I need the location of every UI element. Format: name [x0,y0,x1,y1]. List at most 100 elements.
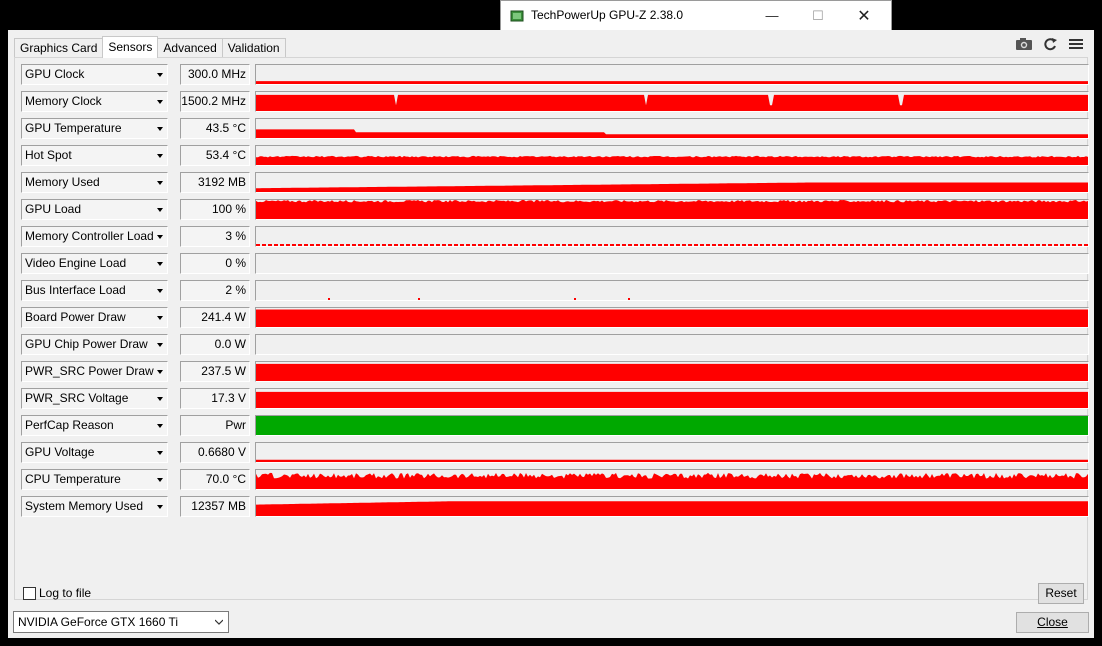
minimize-button[interactable]: — [749,1,795,30]
sensor-name-dropdown[interactable]: PWR_SRC Voltage [21,388,168,409]
sensor-name-dropdown[interactable]: CPU Temperature [21,469,168,490]
sensor-value: 300.0 MHz [180,64,250,85]
graph-mark [850,244,854,246]
sensor-value: 17.3 V [180,388,250,409]
graph-mark [592,244,596,246]
graph-mark [574,244,578,246]
graph-mark [934,244,938,246]
graph-area [256,501,1088,516]
sensor-value: 53.4 °C [180,145,250,166]
graph-area [256,94,1088,111]
sensor-value: 237.5 W [180,361,250,382]
sensor-name-dropdown[interactable]: GPU Temperature [21,118,168,139]
graph-mark [484,244,488,246]
graph-mark [940,244,944,246]
graph-mark [706,244,710,246]
graph-mark [994,244,998,246]
graph-mark [502,244,506,246]
graph-mark [778,244,782,246]
graph-area [256,155,1088,165]
sensor-name-dropdown[interactable]: GPU Voltage [21,442,168,463]
tab-bar: Graphics Card Sensors Advanced Validatio… [14,36,286,58]
graph-mark [958,244,962,246]
sensor-name-label: Memory Used [25,175,100,189]
graph-mark [772,244,776,246]
tab-validation[interactable]: Validation [221,38,286,58]
tab-advanced[interactable]: Advanced [157,38,223,58]
tab-graphics-card[interactable]: Graphics Card [14,38,104,58]
graph-mark [1030,244,1034,246]
graph-mark [766,244,770,246]
graph-mark [694,244,698,246]
log-to-file-checkbox[interactable] [23,586,36,600]
graph-mark [346,244,350,246]
sensor-name-dropdown[interactable]: GPU Load [21,199,168,220]
reset-button[interactable]: Reset [1038,583,1084,604]
log-to-file-row[interactable]: Log to file [23,586,91,600]
graph-mark [304,244,308,246]
graph-mark [670,244,674,246]
graph-mark [874,244,878,246]
sensor-name-dropdown[interactable]: GPU Chip Power Draw [21,334,168,355]
sensor-name-dropdown[interactable]: Memory Used [21,172,168,193]
sensor-graph-plot [256,501,1088,516]
sensor-name-dropdown[interactable]: PWR_SRC Power Draw [21,361,168,382]
sensor-value: 3192 MB [180,172,250,193]
sensor-graph [255,226,1089,247]
sensor-name-dropdown[interactable]: System Memory Used [21,496,168,517]
graph-mark [712,244,716,246]
sensor-name-label: Bus Interface Load [25,283,126,297]
sensor-graph [255,388,1089,409]
graph-mark [508,244,512,246]
sensor-name-label: GPU Temperature [25,121,122,135]
graph-mark [424,244,428,246]
sensor-name-dropdown[interactable]: Board Power Draw [21,307,168,328]
graph-mark [316,244,320,246]
graph-mark [322,244,326,246]
sensor-name-dropdown[interactable]: Hot Spot [21,145,168,166]
sensor-name-dropdown[interactable]: Video Engine Load [21,253,168,274]
sensor-value: 43.5 °C [180,118,250,139]
sensor-graph [255,253,1089,274]
gpu-select-dropdown[interactable]: NVIDIA GeForce GTX 1660 Ti [13,611,229,633]
graph-mark [1084,244,1088,246]
graph-area [256,416,1088,435]
refresh-icon[interactable] [1040,36,1060,52]
window-title: TechPowerUp GPU-Z 2.38.0 [531,8,684,22]
sensor-graph-plot [256,363,1088,381]
sensor-name-dropdown[interactable]: GPU Clock [21,64,168,85]
graph-mark [418,298,420,300]
graph-mark [754,244,758,246]
maximize-button[interactable]: ☐ [795,1,841,30]
dropdown-arrow-icon [157,73,163,77]
graph-mark [790,244,794,246]
graph-area [256,472,1088,489]
gpu-z-app-icon [510,10,524,22]
dropdown-arrow-icon [157,208,163,212]
camera-icon[interactable] [1014,36,1034,52]
sensor-name-dropdown[interactable]: Memory Controller Load [21,226,168,247]
graph-mark [952,244,956,246]
menu-icon[interactable] [1066,36,1086,52]
graph-mark [916,244,920,246]
sensor-name-dropdown[interactable]: PerfCap Reason [21,415,168,436]
graph-mark [886,244,890,246]
graph-mark [796,244,800,246]
graph-mark [460,244,464,246]
sensor-name-dropdown[interactable]: Bus Interface Load [21,280,168,301]
sensor-name-label: CPU Temperature [25,472,121,486]
sensor-name-label: PWR_SRC Power Draw [25,364,154,378]
graph-mark [328,298,330,300]
graph-mark [574,298,576,300]
graph-mark [760,244,764,246]
sensor-value: 70.0 °C [180,469,250,490]
graph-mark [910,244,914,246]
sensor-name-dropdown[interactable]: Memory Clock [21,91,168,112]
sensor-name-label: PerfCap Reason [25,418,114,432]
title-bar[interactable]: TechPowerUp GPU-Z 2.38.0 — ☐ ✕ [500,0,892,30]
close-window-button[interactable]: ✕ [841,1,887,30]
graph-mark [718,244,722,246]
tab-sensors[interactable]: Sensors [102,36,159,58]
graph-area [256,309,1088,327]
close-button[interactable]: Close [1016,612,1089,633]
